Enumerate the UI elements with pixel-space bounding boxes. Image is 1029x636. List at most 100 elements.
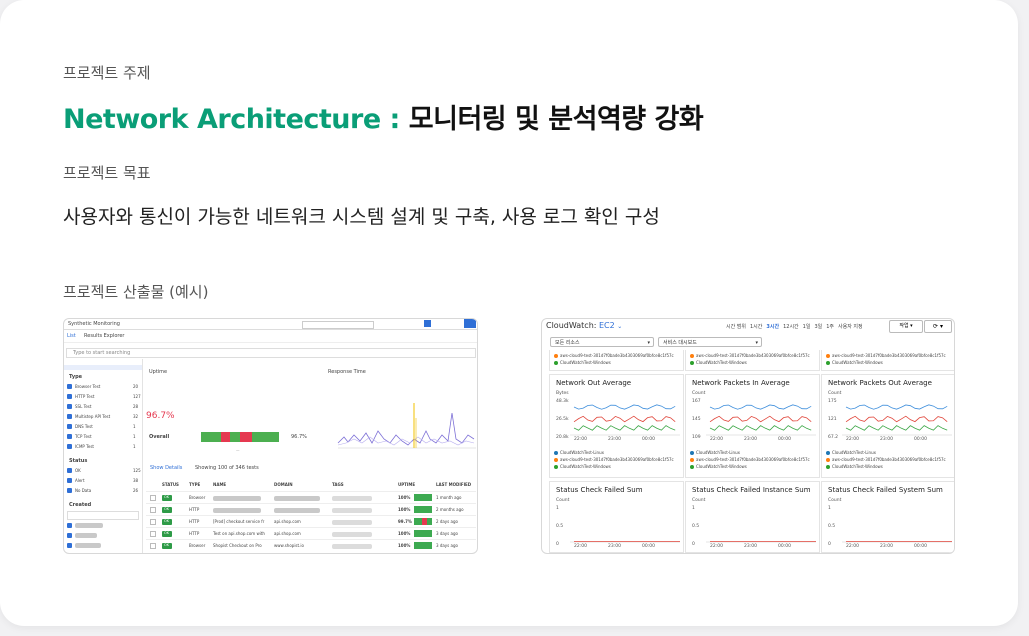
row-checkbox[interactable] [150,495,156,501]
type-filter-label: ICMP Test [75,444,94,449]
service-dropdown[interactable]: EC2 [599,321,615,330]
column-header[interactable]: TYPE [189,482,200,487]
type-filter-item[interactable]: TCP Test 1 [67,433,139,440]
time-range-option[interactable]: 12시간 [783,323,799,330]
created-filter-input[interactable] [67,511,139,520]
checkbox-icon[interactable] [67,468,72,473]
legend-dot [826,458,830,462]
time-range-option[interactable]: 3일 [814,323,822,330]
partial-widget: aws-cloud9-test-301d7f0bade3b4303069af0b… [549,350,684,371]
status-badge-label: OK [164,519,170,523]
legend-label: CloudWatchTest-Linux [560,450,604,455]
checkbox-icon[interactable] [67,478,72,483]
legend-dot [554,465,558,469]
metric-select[interactable]: 서비스 대시보드 ▾ [658,337,762,347]
column-header[interactable]: TAGS [332,482,344,487]
play-button[interactable] [424,320,431,327]
row-tags [332,532,372,537]
cloudwatch-title-prefix: CloudWatch: [546,321,597,330]
search-placeholder: Type to start searching [73,350,131,356]
status-filter-item[interactable]: No Data 26 [67,487,139,494]
legend-entry: CloudWatchTest-Linux [554,450,604,455]
search-input[interactable]: Type to start searching [66,348,476,358]
checkbox-icon[interactable] [67,444,72,449]
checkbox-icon[interactable] [67,434,72,439]
type-filter-item[interactable]: DNS Test 1 [67,423,139,430]
chevron-down-icon[interactable]: ⌄ [617,323,622,330]
time-range-option[interactable]: 1시간 [750,323,762,330]
legend-label: aws-cloud9-test-301d7f0bade3b4303069af0b… [832,457,946,462]
legend-entry: aws-cloud9-test-301d7f0bade3b4303069af0b… [826,353,946,358]
widget-title: Network Packets In Average [692,379,790,387]
type-filter-item[interactable]: ICMP Test 1 [67,443,139,450]
checkbox-icon[interactable] [67,414,72,419]
output-label: 프로젝트 산출물 (예시) [63,283,209,301]
checkbox-icon[interactable] [67,488,72,493]
row-checkbox[interactable] [150,507,156,513]
time-picker[interactable] [302,321,374,329]
cloudwatch-screenshot: CloudWatch: EC2 ⌄ 시간 범위 1시간 3시간 12시간 1일 3일 1주… [541,318,955,554]
legend-entry: CloudWatchTest-Windows [690,360,747,365]
time-range-option[interactable]: 1주 [826,323,834,330]
type-filter-item[interactable]: HTTP Test 127 [67,393,141,400]
column-header[interactable]: LAST MODIFIED [436,482,471,487]
row-type: Browser [189,495,206,500]
series-line [709,425,812,431]
column-header[interactable]: STATUS [162,482,179,487]
refresh-button[interactable]: ⟳ ▾ [924,320,952,333]
tab-results-explorer[interactable]: Results Explorer [84,333,124,339]
metric-widget[interactable]: Status Check Failed Sum Count 1 0.5 0 22:00 23… [549,481,684,553]
checkbox-icon[interactable] [67,404,72,409]
metric-widget[interactable]: Network Out Average Bytes 48.3k 26.5k 20.8k 2… [549,374,684,478]
metric-widget[interactable]: Status Check Failed Instance Sum Count 1 0.… [685,481,820,553]
type-filter-count: 32 [133,414,139,419]
actions-button[interactable]: 작업 ▾ [889,320,923,333]
type-filter-item[interactable]: Browser Test 20 [67,383,139,390]
synthetics-screenshot: Synthetic Monitoring List Results Explor… [63,318,478,554]
synthetics-topbar: Synthetic Monitoring [64,319,477,330]
status-filter-item[interactable]: Alert 38 [67,477,139,484]
row-uptime-bar [414,506,432,513]
new-test-button[interactable] [464,319,476,328]
overall-label: Overall [149,434,170,440]
metric-widget[interactable]: Network Packets Out Average Count 175 121 67… [821,374,954,478]
legend-entry: aws-cloud9-test-301d7f0bade3b4303069af0b… [554,353,674,358]
time-range-option[interactable]: 사용자 지정 [838,323,863,330]
legend-label: CloudWatchTest-Windows [696,360,747,365]
type-filter-item[interactable]: SSL Test 28 [67,403,139,410]
tab-list[interactable]: List [67,333,76,339]
column-header[interactable]: NAME [213,482,226,487]
checkbox-icon[interactable] [67,394,72,399]
row-domain: www.shopist.io [274,543,304,548]
y-axis-unit: Bytes [556,391,569,396]
row-checkbox[interactable] [150,531,156,537]
status-filter-count: 125 [133,468,141,473]
row-name-blurred [213,496,261,501]
type-filter-item[interactable]: Multistep API Test 32 [67,413,139,420]
legend-label: CloudWatchTest-Windows [560,464,611,469]
uptime-panel: Uptime 96.7% Overall 96.7% — [146,369,307,452]
legend-label: aws-cloud9-test-301d7f0bade3b4303069af0b… [696,457,810,462]
legend-dot [554,361,558,365]
row-modified: 2 days ago [436,519,458,524]
show-details-toggle[interactable]: Show Details [150,465,182,471]
row-checkbox[interactable] [150,519,156,525]
time-range-option[interactable]: 3시간 [766,323,779,330]
row-modified: 1 month ago [436,495,462,500]
metric-widget[interactable]: Status Check Failed System Sum Count 1 0.5 0… [821,481,954,553]
row-type: HTTP [189,507,200,512]
row-checkbox[interactable] [150,543,156,549]
checkbox-icon[interactable] [67,424,72,429]
metric-widget[interactable]: Network Packets In Average Count 167 145 109… [685,374,820,478]
column-header[interactable]: UPTIME [398,482,415,487]
resources-select[interactable]: 모든 리소스 ▾ [550,337,654,347]
status-filter-item[interactable]: OK 125 [67,467,141,474]
column-header[interactable]: DOMAIN [274,482,293,487]
legend-dot [826,361,830,365]
checkbox-icon[interactable] [67,384,72,389]
table-row[interactable]: OK Browser Shopist Checkout on Pro www.shop… [146,539,476,552]
type-filter-count: 20 [133,384,139,389]
time-range-option[interactable]: 1일 [803,323,811,330]
y-tick-label: 175 [828,399,837,404]
showing-count: Showing 100 of 346 tests [195,465,259,471]
